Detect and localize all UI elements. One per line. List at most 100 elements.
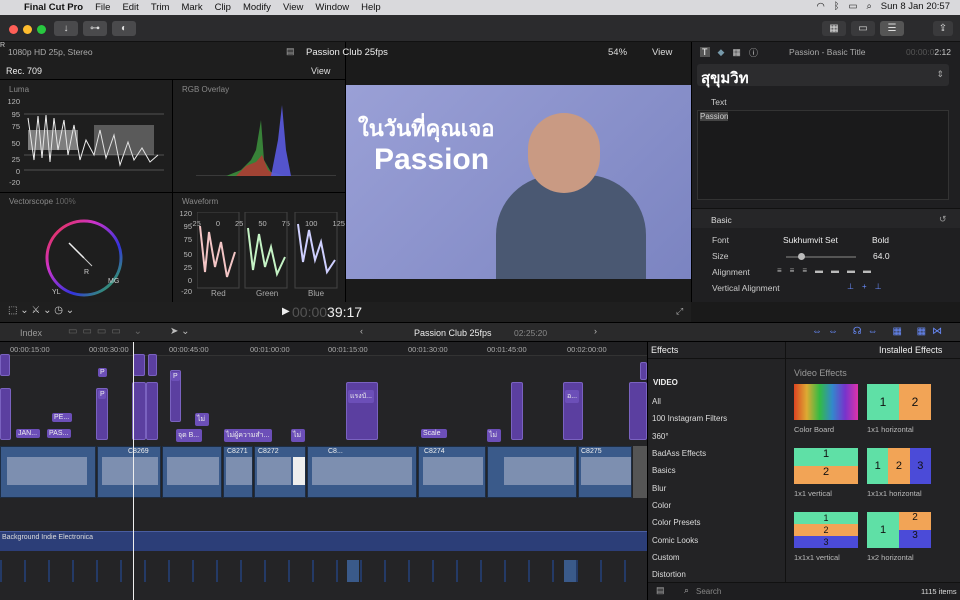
clip-append-icons[interactable]: ▭▭▭▭ ⌄ (68, 326, 147, 337)
title-clip[interactable] (148, 354, 157, 376)
font-weight[interactable]: Bold (872, 235, 889, 245)
transform-icon[interactable]: ⬚ ⌄ ⚔ ⌄ ◷ ⌄ (8, 305, 74, 316)
title-text-field[interactable]: สุขุมวิท ⇕ (697, 64, 949, 87)
timeline-toggle-icon[interactable]: ▭ (851, 21, 875, 36)
sidebar-toggle-icon[interactable]: ▤ (656, 585, 665, 596)
index-button[interactable]: Index (20, 328, 42, 338)
size-slider[interactable] (786, 253, 856, 260)
scopes-view-menu[interactable]: View (311, 66, 330, 76)
close-button[interactable] (9, 25, 18, 34)
category-custom[interactable]: Custom (652, 553, 680, 562)
clip-label[interactable]: อ... (565, 390, 579, 403)
menu-window[interactable]: Window (315, 2, 349, 13)
clip-label[interactable]: P (171, 372, 180, 381)
category-color[interactable]: Color (652, 501, 671, 510)
clip-label[interactable]: จุด B... (176, 429, 202, 442)
zoom-menu[interactable]: 54% (608, 47, 627, 58)
menu-mark[interactable]: Mark (181, 2, 202, 13)
share-button[interactable]: ⇪ (933, 21, 953, 36)
wifi-icon[interactable]: ◠ (816, 1, 824, 12)
search-icon[interactable]: ⌕ (866, 1, 871, 12)
clip-label[interactable]: ไม่ (487, 429, 501, 442)
viewer-view-menu[interactable]: View (652, 47, 672, 58)
clip-label[interactable]: P (98, 368, 107, 377)
play-button[interactable]: ▶ (282, 306, 290, 317)
zoom-button[interactable] (37, 25, 46, 34)
video-clip[interactable] (487, 446, 577, 498)
clip-edge[interactable] (633, 446, 647, 498)
clip-label[interactable]: ไม่ (195, 413, 209, 426)
alignment-buttons[interactable]: ≡≡≡▬▬▬▬ (777, 266, 879, 275)
category-basics[interactable]: Basics (652, 466, 676, 475)
info-icon[interactable]: ⓘ (749, 46, 758, 59)
title-clip[interactable] (133, 354, 145, 376)
category-all[interactable]: All (652, 397, 661, 406)
menu-view[interactable]: View (283, 2, 303, 13)
video-clip[interactable]: C8271 (223, 446, 253, 498)
size-value[interactable]: 64.0 (873, 251, 890, 261)
title-clip[interactable] (132, 382, 146, 440)
text-inspector-icon[interactable]: T (700, 47, 710, 57)
title-clip[interactable] (511, 382, 523, 440)
audio-clip[interactable] (564, 560, 576, 582)
menu-file[interactable]: File (95, 2, 110, 13)
select-tool-icon[interactable]: ➤ ⌄ (170, 326, 190, 337)
menu-clip[interactable]: Clip (215, 2, 231, 13)
title-clip[interactable] (640, 362, 647, 380)
background-tasks-button[interactable]: ◐ (112, 21, 136, 36)
title-clip[interactable] (146, 382, 158, 440)
category-blur[interactable]: Blur (652, 484, 666, 493)
clip-label[interactable]: P (98, 390, 106, 399)
title-clip[interactable] (0, 354, 10, 376)
menu-edit[interactable]: Edit (122, 2, 138, 13)
next-arrow-icon[interactable]: › (594, 326, 597, 336)
video-clip[interactable]: C8... (307, 446, 417, 498)
clip-label[interactable]: JAN... (16, 429, 40, 438)
reset-icon[interactable]: ↺ (939, 214, 947, 225)
vertical-alignment-buttons[interactable]: ⊥+⊥ (847, 282, 890, 291)
video-clip[interactable] (0, 446, 96, 498)
category-badass[interactable]: BadAss Effects (652, 449, 706, 458)
music-clip[interactable]: Background Indie Electronica (0, 531, 647, 551)
category-distortion[interactable]: Distortion (652, 570, 686, 579)
category-360[interactable]: 360° (652, 432, 669, 441)
effects-search-input[interactable]: Search (696, 587, 721, 596)
video-clip[interactable]: C8275 (578, 446, 632, 498)
category-color-presets[interactable]: Color Presets (652, 518, 700, 527)
clock[interactable]: Sun 8 Jan 20:57 (881, 1, 950, 12)
menu-trim[interactable]: Trim (151, 2, 170, 13)
clip-label[interactable]: PE... (52, 413, 72, 422)
playhead[interactable] (133, 342, 134, 600)
menu-help[interactable]: Help (361, 2, 381, 13)
clip-label[interactable]: Scale (421, 429, 447, 438)
video-frame[interactable]: ในวันที่คุณเจอ Passion (346, 85, 691, 279)
video-clip[interactable]: C8272 (254, 446, 306, 498)
keyword-button[interactable]: ⊶ (83, 21, 107, 36)
category-comic-looks[interactable]: Comic Looks (652, 536, 698, 545)
battery-icon[interactable]: ▭ (848, 1, 857, 12)
video-inspector-icon[interactable]: ▦ (732, 47, 741, 58)
video-clip[interactable] (162, 446, 222, 498)
app-menu[interactable]: Final Cut Pro (24, 2, 83, 13)
title-clip[interactable] (629, 382, 647, 440)
category-instagram[interactable]: 100 Instagram Filters (652, 414, 727, 423)
audio-clip[interactable] (347, 560, 359, 582)
inspector-toggle-icon[interactable]: ☰ (880, 21, 904, 36)
audio-tools-icons[interactable]: ⇔⇔ ☊⇔ ▦ ▦⋈ (812, 326, 948, 337)
browser-toggle-icon[interactable]: ▦ (822, 21, 846, 36)
menu-modify[interactable]: Modify (243, 2, 271, 13)
clip-label[interactable]: ไม่ผู้ความสำ... (224, 429, 272, 442)
import-button[interactable]: ↓ (54, 21, 78, 36)
fullscreen-icon[interactable]: ⤢ (676, 306, 683, 317)
clip-label[interactable]: PAS... (47, 429, 71, 438)
font-value[interactable]: Sukhumvit Set (783, 235, 838, 245)
text-area[interactable]: Passion (697, 110, 949, 200)
clip-label[interactable]: แรงบั... (348, 390, 374, 403)
prev-arrow-icon[interactable]: ‹ (360, 326, 363, 336)
title-clip[interactable] (0, 388, 11, 440)
minimize-button[interactable] (23, 25, 32, 34)
installed-effects-menu[interactable]: Installed Effects (879, 345, 942, 355)
clip-label[interactable]: ไม่ (291, 429, 305, 442)
video-clip[interactable]: C8269 (97, 446, 161, 498)
video-clip[interactable]: C8274 (418, 446, 486, 498)
